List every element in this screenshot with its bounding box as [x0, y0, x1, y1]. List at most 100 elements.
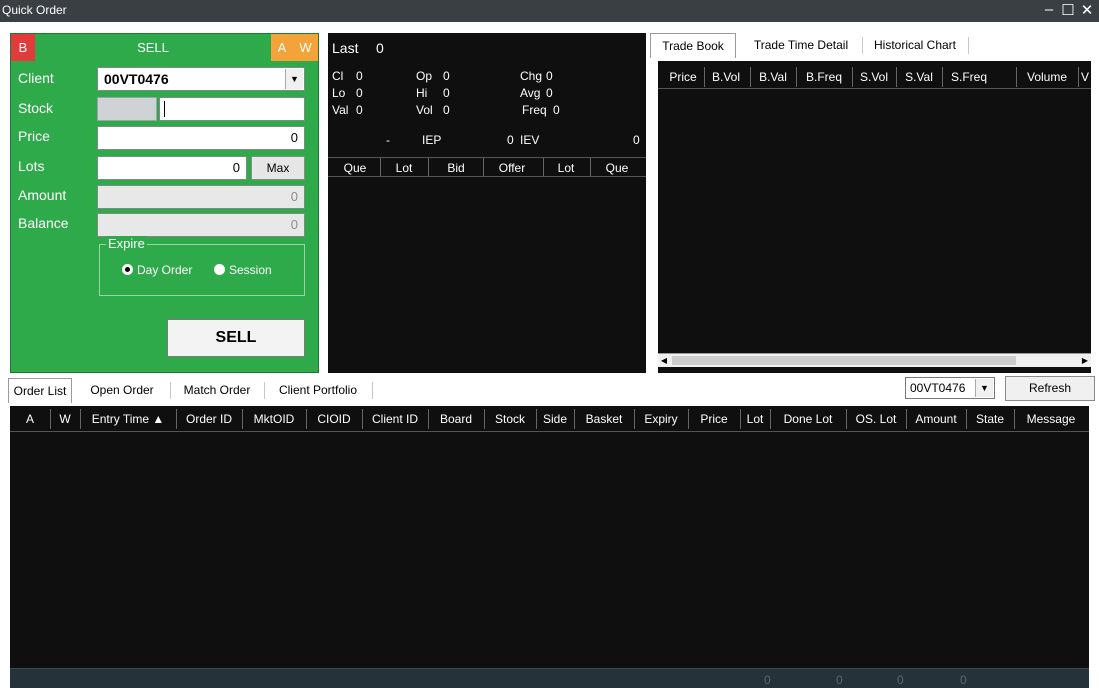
col-separator: [942, 67, 943, 87]
hi-value: 0: [443, 86, 450, 100]
expire-session-label: Session: [229, 263, 272, 277]
buy-side-button[interactable]: B: [11, 34, 35, 61]
col-separator: [242, 409, 243, 429]
scroll-left-icon[interactable]: ◀: [658, 354, 670, 367]
price-label: Price: [18, 128, 50, 144]
col-os-lot[interactable]: OS. Lot: [848, 412, 904, 426]
cl-value: 0: [356, 69, 363, 83]
stock-code-field[interactable]: [97, 97, 157, 121]
col-amount[interactable]: Amount: [908, 412, 964, 426]
col-separator: [770, 409, 771, 429]
scroll-right-icon[interactable]: ▶: [1079, 354, 1091, 367]
tab-separator: [372, 382, 373, 399]
flag-w-button[interactable]: W: [293, 34, 318, 61]
col-state[interactable]: State: [968, 412, 1012, 426]
max-button[interactable]: Max: [251, 156, 305, 180]
col-message[interactable]: Message: [1016, 412, 1086, 426]
chevron-down-icon: ▼: [285, 69, 303, 89]
tab-historical-chart[interactable]: Historical Chart: [864, 33, 966, 58]
col-separator: [906, 409, 907, 429]
col-b-vol[interactable]: B.Vol: [706, 70, 746, 84]
bid-offer-header: Que Lot Bid Offer Lot Que: [328, 157, 646, 177]
title-bar: Quick Order – ☐ ✕: [0, 0, 1099, 22]
trade-book-header: Price B.Vol B.Val B.Freq S.Vol S.Val S.F…: [658, 65, 1091, 89]
trade-book-hscrollbar[interactable]: ◀ ▶: [658, 353, 1091, 367]
col-separator: [428, 409, 429, 429]
val-value: 0: [356, 103, 363, 117]
client-filter-select[interactable]: 00VT0476 ▼: [905, 377, 995, 399]
col-volume[interactable]: Volume: [1019, 70, 1075, 84]
col-mkt-oid[interactable]: MktOID: [244, 412, 304, 426]
stock-label: Stock: [18, 100, 54, 116]
col-w[interactable]: W: [52, 412, 78, 426]
total-amount: 0: [960, 673, 967, 687]
client-select[interactable]: 00VT0476 ▼: [97, 67, 305, 91]
order-list-header: A W Entry Time ▲ Order ID MktOID CIOID C…: [10, 406, 1089, 432]
close-button[interactable]: ✕: [1078, 1, 1096, 19]
stock-input[interactable]: [159, 97, 305, 121]
col-separator: [966, 409, 967, 429]
iep-label: IEP: [422, 133, 442, 147]
col-separator: [536, 409, 537, 429]
col-side[interactable]: Side: [538, 412, 572, 426]
price-input[interactable]: 0: [97, 126, 305, 150]
col-price[interactable]: Price: [690, 412, 738, 426]
tab-separator: [968, 37, 969, 54]
col-entry-time[interactable]: Entry Time ▲: [82, 412, 174, 426]
col-s-vol[interactable]: S.Vol: [854, 70, 894, 84]
expire-session-radio[interactable]: Session: [214, 263, 272, 277]
vol-label: Vol: [416, 103, 433, 117]
col-b-freq[interactable]: B.Freq: [798, 70, 850, 84]
col-separator: [852, 67, 853, 87]
iev-label: IEV: [520, 133, 540, 147]
sell-submit-button[interactable]: SELL: [167, 319, 305, 357]
minimize-button[interactable]: –: [1040, 1, 1058, 18]
col-separator: [704, 67, 705, 87]
order-list-totals-row: 0 0 0 0: [10, 668, 1089, 688]
total-done-lot: 0: [836, 673, 843, 687]
freq-value: 0: [553, 103, 560, 117]
lots-input[interactable]: 0: [97, 156, 247, 180]
avg-label: Avg: [520, 86, 541, 100]
col-s-val[interactable]: S.Val: [898, 70, 940, 84]
col-separator: [896, 67, 897, 87]
expire-group: Expire Day Order Session: [99, 236, 305, 296]
vol-value: 0: [443, 103, 450, 117]
tab-match-order[interactable]: Match Order: [172, 378, 262, 403]
amount-label: Amount: [18, 187, 67, 203]
expire-day-order-radio[interactable]: Day Order: [122, 263, 192, 277]
col-s-freq[interactable]: S.Freq: [944, 70, 994, 84]
col-b-val[interactable]: B.Val: [753, 70, 793, 84]
col-order-id[interactable]: Order ID: [178, 412, 240, 426]
col-board[interactable]: Board: [430, 412, 482, 426]
col-v-truncated[interactable]: V: [1080, 70, 1090, 84]
iep-value: 0: [507, 133, 514, 147]
col-stock[interactable]: Stock: [486, 412, 534, 426]
tab-trade-book[interactable]: Trade Book: [650, 33, 736, 58]
col-cioid[interactable]: CIOID: [308, 412, 360, 426]
flag-a-button[interactable]: A: [271, 34, 293, 61]
tab-open-order[interactable]: Open Order: [78, 378, 166, 403]
maximize-button[interactable]: ☐: [1059, 1, 1077, 19]
tab-client-portfolio[interactable]: Client Portfolio: [266, 378, 370, 403]
order-entry-panel: B SELL A W Client 00VT0476 ▼ Stock Price…: [10, 33, 319, 373]
tab-trade-time-detail[interactable]: Trade Time Detail: [742, 33, 860, 58]
tab-order-list[interactable]: Order List: [8, 378, 72, 403]
col-expiry[interactable]: Expiry: [636, 412, 686, 426]
col-a[interactable]: A: [18, 412, 42, 426]
text-caret: [164, 101, 165, 117]
order-side-title: SELL: [35, 34, 271, 61]
freq-label: Freq: [522, 103, 547, 117]
col-separator: [362, 409, 363, 429]
col-done-lot[interactable]: Done Lot: [772, 412, 844, 426]
col-client-id[interactable]: Client ID: [364, 412, 426, 426]
col-separator: [1016, 67, 1017, 87]
col-price[interactable]: Price: [664, 70, 702, 84]
col-basket[interactable]: Basket: [576, 412, 632, 426]
scrollbar-thumb[interactable]: [672, 356, 1016, 365]
col-separator: [484, 409, 485, 429]
refresh-button[interactable]: Refresh: [1005, 376, 1095, 401]
col-separator: [740, 409, 741, 429]
op-label: Op: [416, 69, 433, 83]
col-lot[interactable]: Lot: [742, 412, 768, 426]
